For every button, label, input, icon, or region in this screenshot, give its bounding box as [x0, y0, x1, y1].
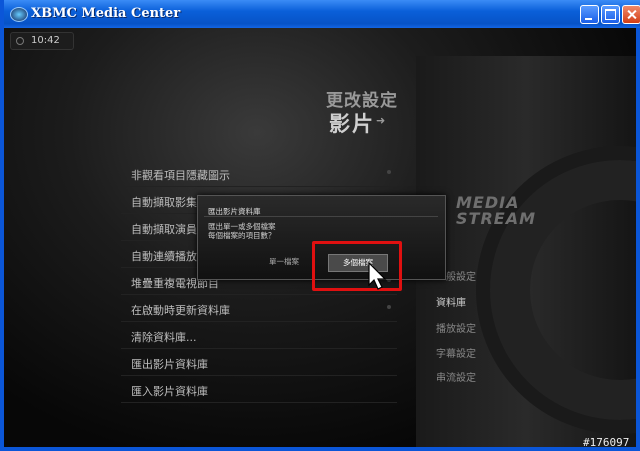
menu-item[interactable]: 在啟動時更新資料庫	[121, 295, 397, 322]
dialog-divider	[204, 216, 438, 217]
option-dot-icon	[387, 170, 391, 174]
menu-item-label: 在啟動時更新資料庫	[131, 304, 230, 317]
side-item-stream[interactable]: 串流設定	[436, 369, 556, 384]
menu-item-label: 匯入影片資料庫	[131, 385, 208, 398]
window-title: XBMC Media Center	[31, 6, 181, 21]
side-item-playback[interactable]: 播放設定	[436, 320, 556, 335]
clock-time: 10:42	[31, 35, 60, 46]
option-dot-icon	[387, 305, 391, 309]
side-item-library[interactable]: 資料庫	[436, 294, 556, 309]
title-bar[interactable]: XBMC Media Center	[4, 0, 640, 28]
minimize-button[interactable]	[580, 5, 599, 24]
mouse-cursor-icon	[368, 262, 387, 290]
clock-icon	[16, 37, 24, 45]
arrow-icon: ➜	[376, 114, 386, 127]
single-file-button[interactable]: 單一檔案	[260, 254, 308, 270]
stream-label: STREAM	[456, 209, 536, 228]
side-item-general[interactable]: 一般設定	[436, 268, 556, 283]
menu-item-label: 清除資料庫...	[131, 331, 197, 344]
watermark: #176097	[583, 436, 630, 449]
disc-graphic	[476, 146, 636, 434]
dialog-message-line2: 每個檔案的項目數？	[208, 231, 276, 240]
close-button[interactable]	[622, 5, 640, 24]
menu-item[interactable]: 匯入影片資料庫	[121, 376, 397, 403]
xbmc-content-area: 10:42 更改設定 影片 ➜ MEDIA STREAM 一般設定 資料庫 播放…	[4, 28, 636, 447]
page-subheading: 影片	[329, 112, 375, 136]
menu-item[interactable]: 匯出影片資料庫	[121, 349, 397, 376]
menu-item-label: 非觀看項目隱藏圖示	[131, 169, 230, 182]
menu-item-label: 匯出影片資料庫	[131, 358, 208, 371]
side-item-subtitles[interactable]: 字幕設定	[436, 345, 556, 360]
menu-item[interactable]: 非觀看項目隱藏圖示	[121, 160, 397, 187]
maximize-button[interactable]	[601, 5, 620, 24]
media-side-panel: MEDIA STREAM 一般設定 資料庫 播放設定 字幕設定 串流設定	[416, 56, 636, 447]
clock-widget: 10:42	[10, 32, 74, 50]
xbmc-app-icon	[10, 7, 28, 22]
menu-item[interactable]: 清除資料庫...	[121, 322, 397, 349]
